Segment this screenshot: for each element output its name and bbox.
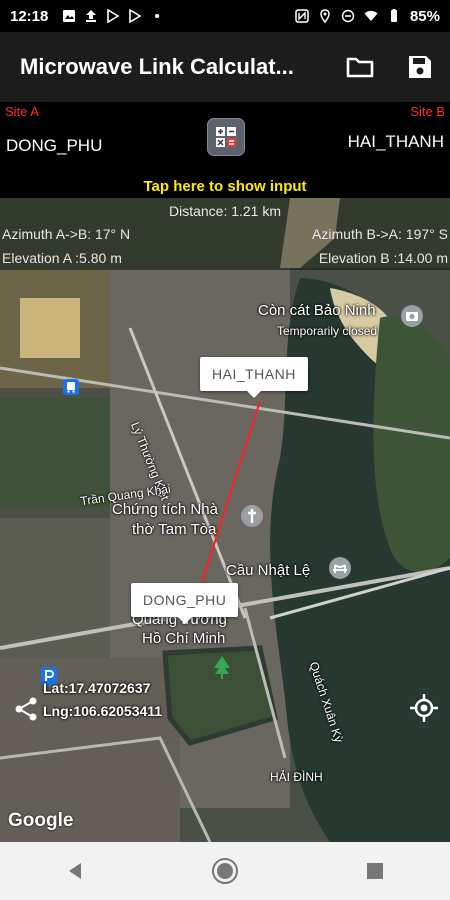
open-file-button[interactable] xyxy=(343,50,377,84)
my-location-icon[interactable] xyxy=(408,692,440,724)
play-store-icon xyxy=(107,9,120,23)
azimuth-a-text: Azimuth A->B: 17° N xyxy=(2,226,131,242)
poi-label[interactable]: Cầu Nhật Lệ xyxy=(226,562,310,579)
upload-icon xyxy=(86,10,97,22)
camera-icon[interactable] xyxy=(400,304,424,328)
wifi-icon xyxy=(364,10,378,21)
bus-stop-icon[interactable] xyxy=(62,378,80,396)
poi-label[interactable]: Hồ Chí Minh xyxy=(142,630,225,647)
status-time: 12:18 xyxy=(10,7,49,25)
sites-panel: Site A Site B DONG_PHU HAI_THANH Tap her… xyxy=(0,102,450,198)
dot-icon xyxy=(155,14,160,18)
system-navigation-bar xyxy=(0,842,450,900)
battery-icon xyxy=(390,9,397,22)
home-icon xyxy=(212,858,238,884)
site-b-marker[interactable]: HAI_THANH xyxy=(200,357,308,398)
back-icon xyxy=(69,863,81,879)
recents-icon xyxy=(367,863,383,879)
save-button[interactable] xyxy=(403,50,437,84)
bridge-icon[interactable] xyxy=(328,556,352,580)
notification-icons xyxy=(62,9,164,23)
folder-icon xyxy=(346,57,374,78)
area-label: HẢI ĐÌNH xyxy=(270,770,323,784)
location-icon xyxy=(320,9,330,23)
save-icon xyxy=(409,56,431,78)
share-icon[interactable] xyxy=(14,696,40,722)
poi-status: Temporarily closed xyxy=(277,324,378,338)
site-b-name[interactable]: HAI_THANH xyxy=(348,132,444,152)
link-info-overlay: Distance: 1.21 km Azimuth A->B: 17° N Az… xyxy=(0,198,450,270)
site-a-marker[interactable]: DONG_PHU xyxy=(131,583,239,624)
poi-label[interactable]: Chứng tích Nhà xyxy=(112,501,218,518)
calculator-icon xyxy=(216,127,236,147)
calculator-button[interactable] xyxy=(207,118,245,156)
satellite-map xyxy=(0,198,450,842)
recents-button[interactable] xyxy=(355,851,395,891)
elevation-b-text: Elevation B :14.00 m xyxy=(318,250,448,266)
poi-label[interactable]: Còn cát Bảo Ninh xyxy=(258,302,376,319)
map-view[interactable]: Distance: 1.21 km Azimuth A->B: 17° N Az… xyxy=(0,198,450,842)
home-button[interactable] xyxy=(205,851,245,891)
poi-label[interactable]: thờ Tam Tòa xyxy=(132,521,216,538)
site-a-name[interactable]: DONG_PHU xyxy=(6,136,102,156)
nfc-icon xyxy=(295,9,309,23)
church-icon[interactable] xyxy=(240,504,264,528)
do-not-disturb-icon xyxy=(341,9,355,23)
image-icon xyxy=(63,10,76,22)
back-button[interactable] xyxy=(55,851,95,891)
park-icon[interactable] xyxy=(210,654,234,680)
distance-text: Distance: 1.21 km xyxy=(168,203,282,219)
elevation-a-text: Elevation A :5.80 m xyxy=(2,250,122,266)
azimuth-b-text: Azimuth B->A: 197° S xyxy=(312,226,448,242)
app-title: Microwave Link Calculat... xyxy=(20,54,294,79)
status-bar: 12:18 85% xyxy=(0,0,450,32)
system-icons: 85% xyxy=(295,8,440,25)
site-a-label: Site A xyxy=(5,104,39,119)
latitude-text: Lat:17.47072637 xyxy=(43,680,151,696)
site-b-label: Site B xyxy=(410,104,445,119)
longitude-text: Lng:106.62053411 xyxy=(43,703,163,719)
show-input-toggle[interactable]: Tap here to show input xyxy=(0,178,450,195)
play-store-icon xyxy=(129,9,142,23)
app-bar: Microwave Link Calculat... xyxy=(0,32,450,102)
battery-percent: 85% xyxy=(409,7,440,25)
google-logo: Google xyxy=(8,810,74,831)
